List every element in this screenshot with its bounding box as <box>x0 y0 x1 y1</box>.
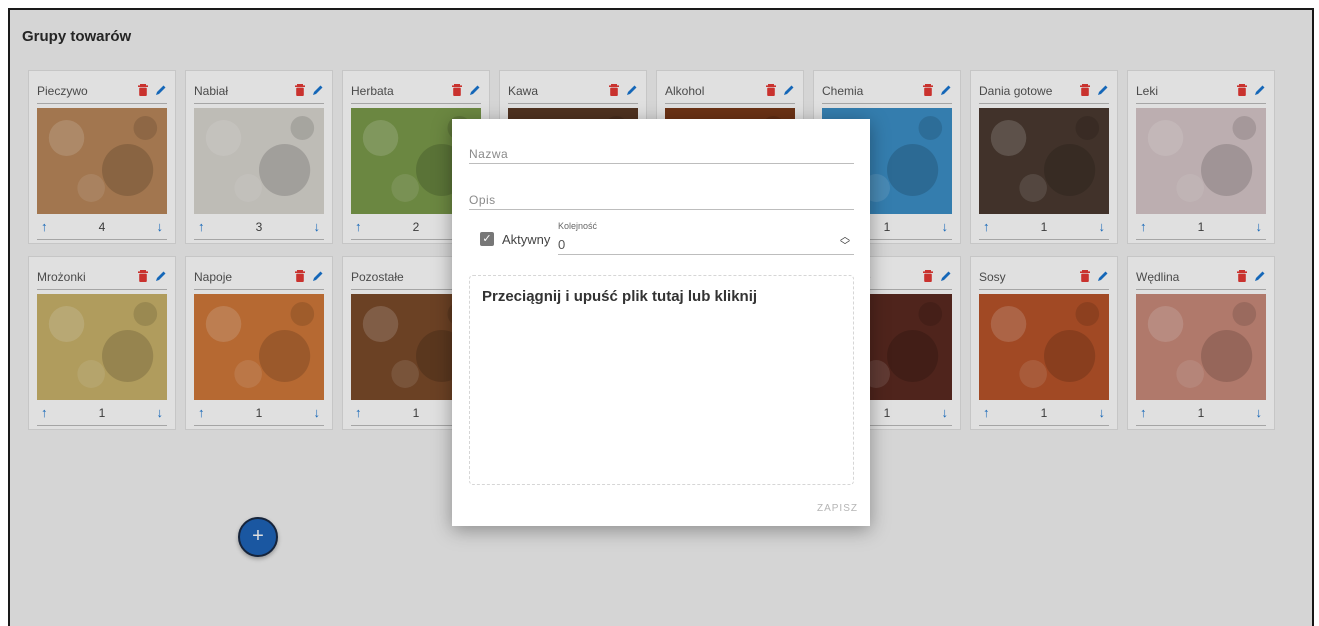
description-input[interactable] <box>469 193 854 207</box>
edit-group-dialog: ✓ Aktywny Kolejność 0 ︿ ﹀ Przeciągnij i … <box>452 119 870 526</box>
chevron-down-icon[interactable]: ﹀ <box>840 242 850 252</box>
save-button[interactable]: ZAPISZ <box>817 503 858 514</box>
description-field[interactable] <box>469 185 854 210</box>
order-input[interactable]: 0 <box>558 237 565 252</box>
dropzone-text: Przeciągnij i upuść plik tutaj lub klikn… <box>482 288 758 305</box>
active-label: Aktywny <box>502 232 551 247</box>
order-label: Kolejność <box>558 221 598 231</box>
name-input[interactable] <box>469 147 854 161</box>
order-stepper[interactable]: ︿ ﹀ <box>840 233 850 252</box>
active-checkbox[interactable]: ✓ <box>480 232 494 246</box>
file-dropzone[interactable]: Przeciągnij i upuść plik tutaj lub klikn… <box>469 275 854 485</box>
order-field[interactable]: Kolejność 0 ︿ ﹀ <box>558 219 854 255</box>
name-field[interactable] <box>469 139 854 164</box>
